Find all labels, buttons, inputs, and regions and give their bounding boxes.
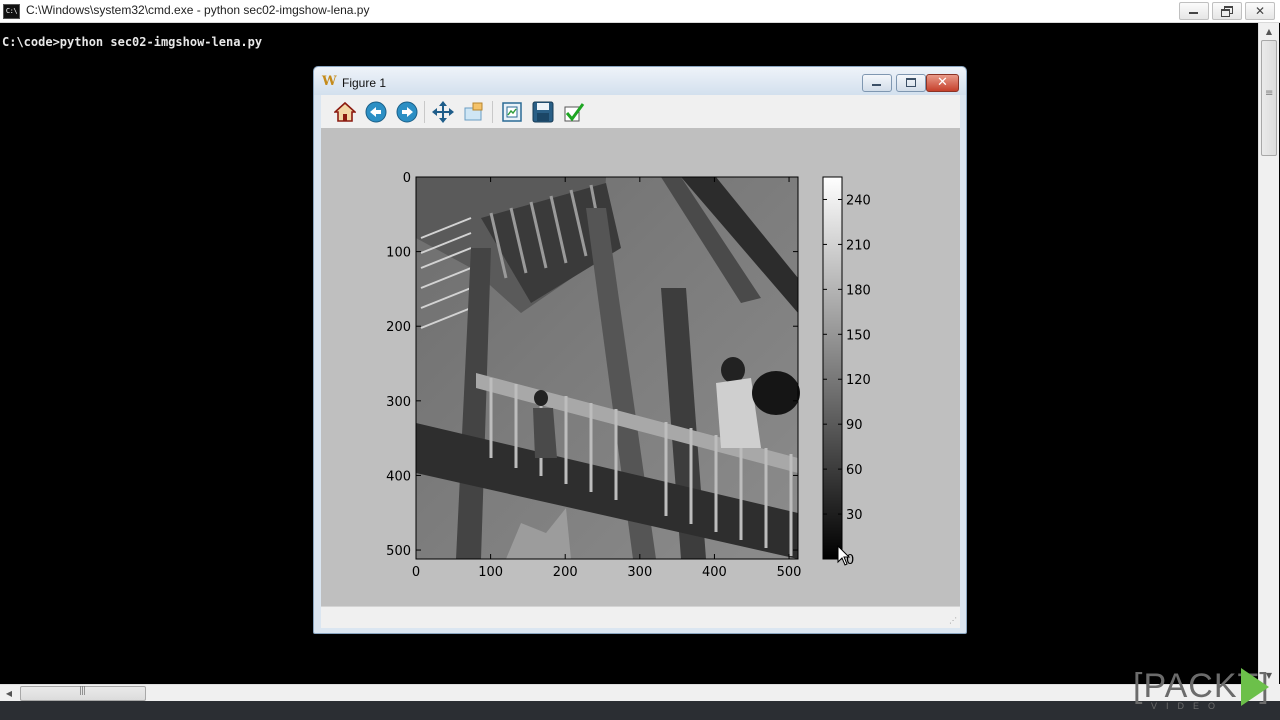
save-icon (532, 101, 554, 123)
horizontal-scroll-thumb[interactable] (20, 686, 146, 701)
colorbar (822, 176, 843, 560)
colorbar-tick-label: 120 (846, 373, 871, 388)
y-tick-label: 400 (386, 469, 411, 484)
figure-toolbar (321, 95, 960, 129)
vertical-scroll-thumb[interactable] (1261, 40, 1277, 156)
plot-area: 0 100 200 300 400 500 0100200300400500 030609… (386, 171, 871, 580)
scroll-left-arrow-icon[interactable]: ◀ (2, 685, 16, 702)
console-window-title: C:\Windows\system32\cmd.exe - python sec… (26, 3, 370, 17)
figure-maximize-button[interactable] (896, 74, 926, 92)
pan-icon (432, 101, 454, 123)
figure-window-title: Figure 1 (342, 76, 387, 90)
packt-watermark: [PACKT] VIDEO (1133, 664, 1273, 712)
colorbar-tick-label: 240 (846, 193, 871, 208)
forward-button[interactable] (395, 100, 419, 124)
figure-canvas[interactable]: 0 100 200 300 400 500 0 100 200 300 400 500 0 30 60 9… (321, 128, 960, 606)
x-tick-label: 100 (478, 565, 503, 580)
play-icon (1241, 668, 1269, 706)
colorbar-tick-label: 150 (846, 328, 871, 343)
x-tick-label: 500 (777, 565, 802, 580)
toolbar-separator (424, 101, 425, 123)
y-tick-label: 100 (386, 246, 411, 261)
y-tick-label: 0 (403, 171, 411, 186)
packt-logo-subtext: VIDEO (1151, 701, 1225, 711)
taskbar-strip (0, 701, 1280, 720)
figure-minimize-button[interactable] (862, 74, 892, 92)
colorbar-tick-label: 210 (846, 238, 871, 253)
back-button[interactable] (364, 100, 388, 124)
colorbar-tick-label: 60 (846, 463, 863, 478)
subplots-icon (502, 102, 522, 122)
console-restore-button[interactable] (1212, 2, 1242, 20)
colorbar-tick-label: 90 (846, 418, 863, 433)
figure-titlebar[interactable]: W Figure 1 ✕ (314, 67, 966, 95)
mouse-cursor-icon (837, 545, 851, 566)
zoom-button[interactable] (462, 100, 486, 124)
console-app-icon: C:\ (3, 4, 20, 19)
staircase-image (416, 177, 800, 559)
console-horizontal-scrollbar[interactable]: ◀ (0, 684, 1258, 702)
console-command-line: C:\code>python sec02-imgshow-lena.py (2, 35, 263, 49)
resize-grip-icon[interactable]: ⋰ (949, 616, 957, 625)
x-tick-label: 200 (553, 565, 578, 580)
x-tick-label: 0 (412, 565, 420, 580)
colorbar-tick-label: 180 (846, 283, 871, 298)
console-titlebar: C:\ C:\Windows\system32\cmd.exe - python… (0, 0, 1280, 23)
close-icon: ✕ (937, 75, 948, 90)
home-button[interactable] (333, 100, 357, 124)
y-tick-label: 200 (386, 320, 411, 335)
y-tick-label: 500 (386, 544, 411, 559)
back-icon (365, 101, 387, 123)
console-close-button[interactable]: ✕ (1245, 2, 1275, 20)
matplotlib-icon: W (322, 74, 337, 89)
figure-statusbar: ⋰ (321, 606, 960, 628)
toolbar-separator (492, 101, 493, 123)
x-tick-label: 300 (627, 565, 652, 580)
figure-close-button[interactable]: ✕ (926, 74, 959, 92)
pan-button[interactable] (431, 100, 455, 124)
x-tick-label: 400 (702, 565, 727, 580)
save-button[interactable] (531, 100, 555, 124)
zoom-icon (464, 102, 483, 121)
subplots-button[interactable] (500, 100, 524, 124)
colorbar-tick-label: 30 (846, 508, 863, 523)
y-tick-label: 300 (386, 395, 411, 410)
edit-axes-icon (564, 103, 585, 122)
scroll-up-arrow-icon[interactable]: ▲ (1259, 23, 1279, 40)
figure-window: W Figure 1 ✕ 0 100 200 300 400 500 0 100… (313, 66, 967, 634)
home-icon (334, 101, 356, 122)
close-icon: ✕ (1254, 4, 1266, 18)
edit-axes-button[interactable] (562, 100, 586, 124)
forward-icon (396, 101, 418, 123)
console-minimize-button[interactable] (1179, 2, 1209, 20)
console-vertical-scrollbar[interactable]: ▲ ▼ (1258, 23, 1279, 684)
